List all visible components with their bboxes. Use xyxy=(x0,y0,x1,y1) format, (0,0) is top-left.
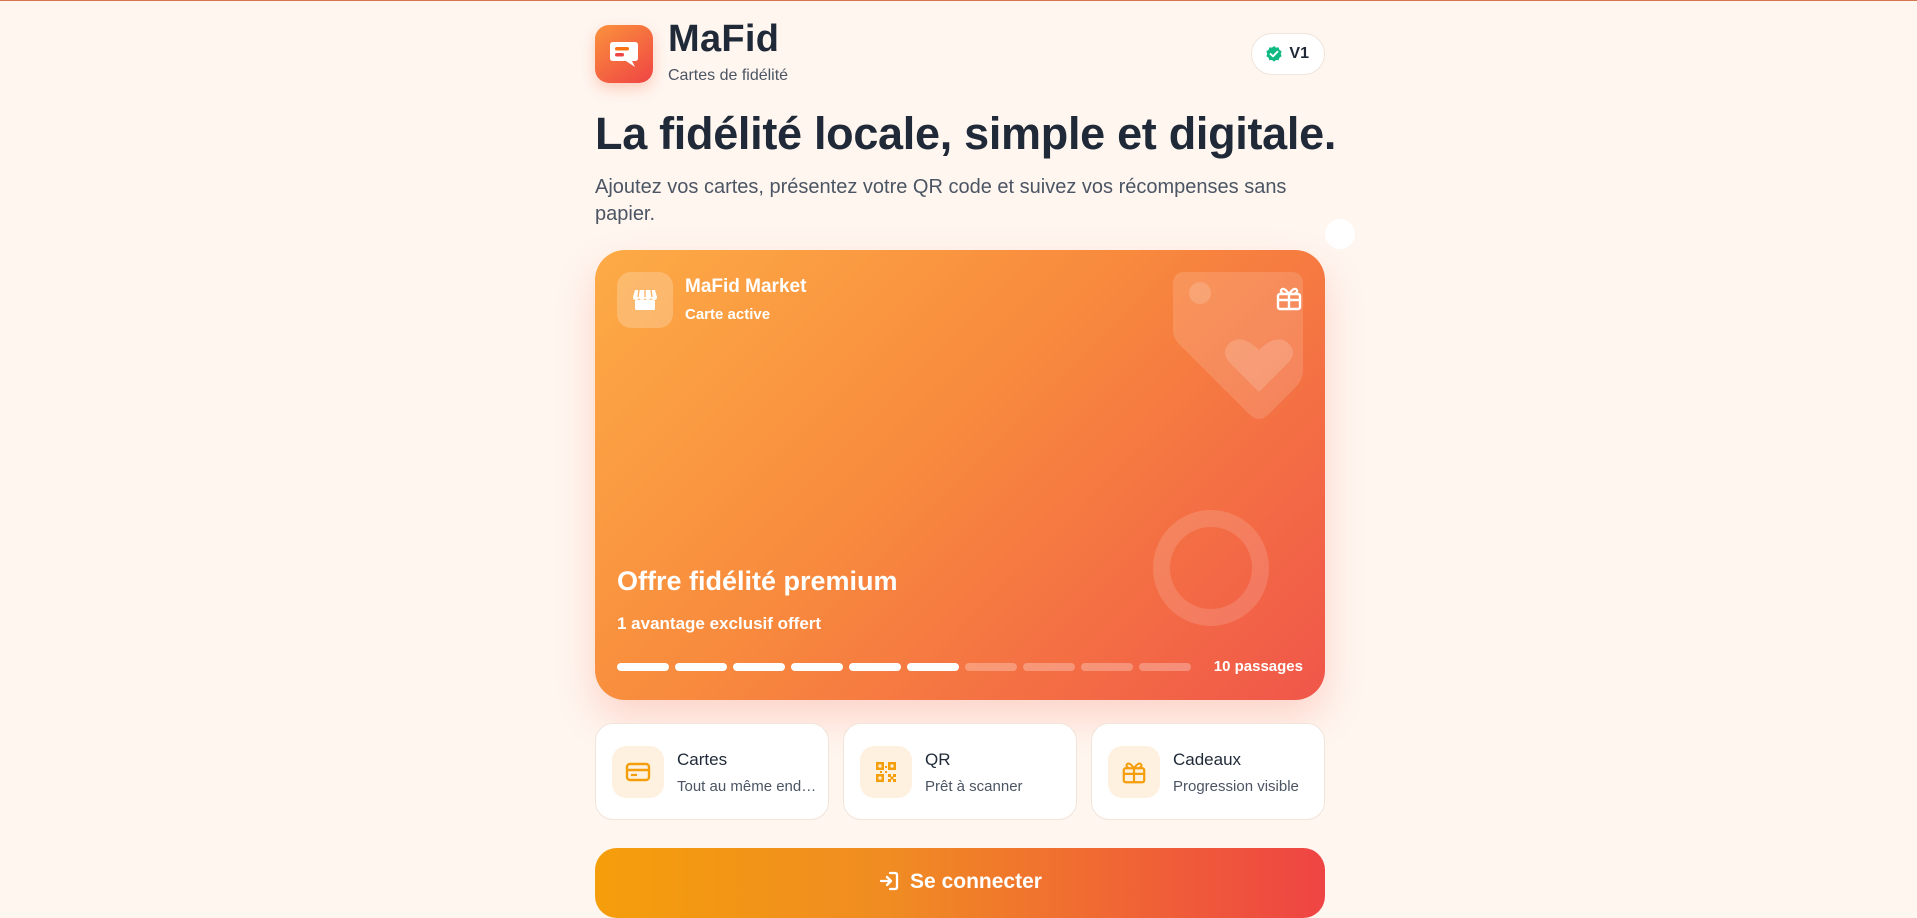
feature-subtitle: Progression visible xyxy=(1173,778,1299,795)
feature-qr[interactable]: QR Prêt à scanner xyxy=(843,723,1077,820)
offer-title: Offre fidélité premium xyxy=(617,566,898,596)
card-status: Carte active xyxy=(685,306,771,323)
stamp-empty xyxy=(1023,663,1075,671)
stamp-progress xyxy=(617,663,1191,671)
feature-cards[interactable]: Cartes Tout au même endroit xyxy=(595,723,829,820)
decor-dot xyxy=(1325,219,1355,249)
chat-card-icon xyxy=(595,25,653,83)
feature-title: QR xyxy=(925,750,951,769)
gift-icon xyxy=(1108,746,1160,798)
ring-decoration xyxy=(1153,510,1269,626)
feature-title: Cadeaux xyxy=(1173,750,1242,769)
store-name: MaFid Market xyxy=(685,276,807,297)
credit-card-icon xyxy=(612,746,664,798)
login-button[interactable]: Se connecter xyxy=(595,848,1325,918)
app-subtitle: Cartes de fidélité xyxy=(668,67,789,84)
feature-list: Cartes Tout au même endroit QR Prêt à sc… xyxy=(595,723,1325,820)
qr-code-icon xyxy=(860,746,912,798)
stamp-filled xyxy=(675,663,727,671)
stamp-filled xyxy=(733,663,785,671)
feature-subtitle: Prêt à scanner xyxy=(925,778,1023,795)
version-label: V1 xyxy=(1289,45,1309,62)
page-container: MaFid Cartes de fidélité V1 La fidélité … xyxy=(595,0,1336,918)
stamp-empty xyxy=(1139,663,1191,671)
verified-check-icon xyxy=(1266,46,1283,62)
offer-subtitle: 1 avantage exclusif offert xyxy=(617,614,822,633)
stamp-filled xyxy=(617,663,669,671)
app-name: MaFid xyxy=(668,18,780,60)
stamp-empty xyxy=(965,663,1017,671)
stamp-empty xyxy=(1081,663,1133,671)
stamp-filled xyxy=(907,663,959,671)
login-icon xyxy=(879,871,899,891)
page-lead: Ajoutez vos cartes, présentez votre QR c… xyxy=(595,176,1287,225)
app-header: MaFid Cartes de fidélité V1 xyxy=(595,0,1325,100)
gift-icon[interactable] xyxy=(1275,284,1303,312)
feature-subtitle: Tout au même endroit xyxy=(677,778,820,795)
login-button-label: Se connecter xyxy=(910,870,1042,893)
passages-count: 10 passages xyxy=(1213,658,1303,675)
stamp-filled xyxy=(849,663,901,671)
loyalty-card[interactable]: MaFid Market Carte active Offre fidélité… xyxy=(595,250,1325,700)
page-title: La fidélité locale, simple et digitale. xyxy=(595,108,1337,159)
feature-gifts[interactable]: Cadeaux Progression visible xyxy=(1091,723,1325,820)
version-badge: V1 xyxy=(1251,33,1325,75)
feature-title: Cartes xyxy=(677,750,728,769)
store-icon xyxy=(617,272,673,328)
stamp-filled xyxy=(791,663,843,671)
